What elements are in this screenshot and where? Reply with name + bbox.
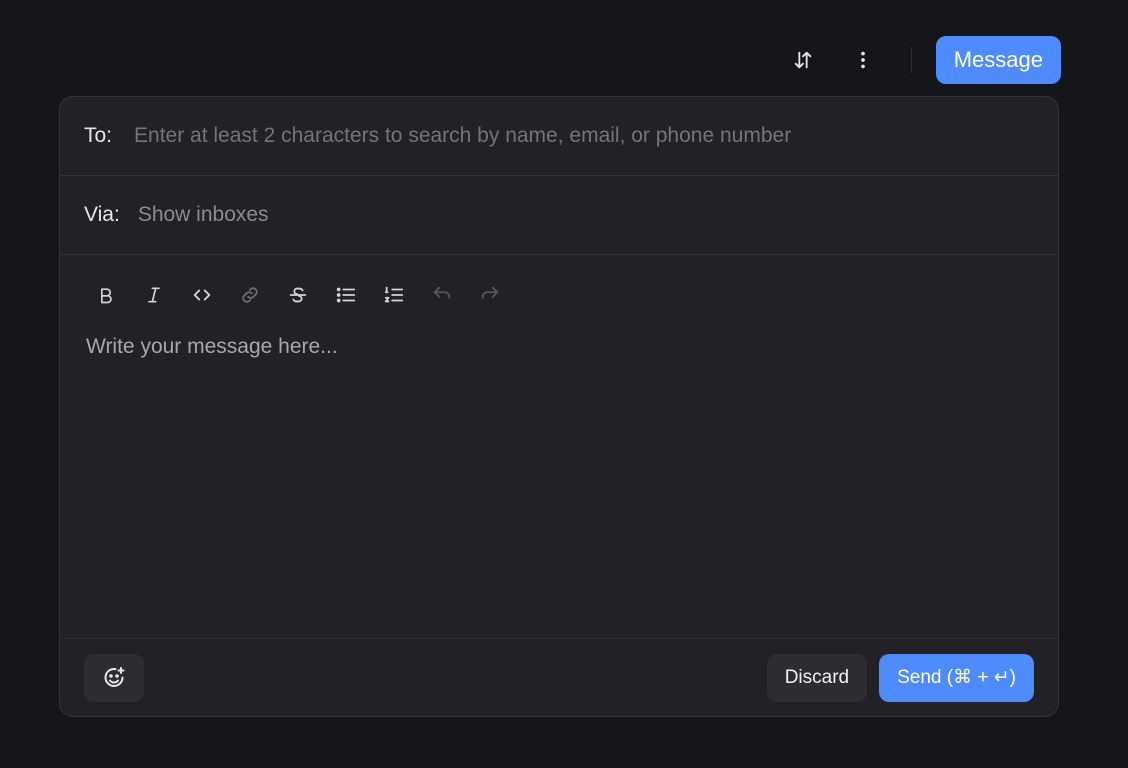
message-button[interactable]: Message xyxy=(935,36,1061,84)
bold-button[interactable] xyxy=(82,275,130,315)
bullet-list-button[interactable] xyxy=(322,275,370,315)
top-bar: Message xyxy=(783,36,1061,84)
undo-icon xyxy=(433,286,451,299)
formatting-toolbar xyxy=(60,255,1058,335)
strikethrough-button[interactable] xyxy=(274,275,322,315)
redo-button[interactable] xyxy=(466,275,514,315)
via-label: Via: xyxy=(84,203,120,226)
redo-icon xyxy=(481,286,499,299)
emoji-add-icon xyxy=(104,666,125,687)
link-button[interactable] xyxy=(226,275,274,315)
bullet-list-icon xyxy=(336,287,356,303)
numbered-list-button[interactable] xyxy=(370,275,418,315)
via-row: Via: Show inboxes xyxy=(60,176,1058,255)
italic-button[interactable] xyxy=(130,275,178,315)
more-vertical-icon xyxy=(860,51,865,69)
to-label: To: xyxy=(84,124,113,147)
sort-button[interactable] xyxy=(783,40,823,80)
code-icon xyxy=(193,289,211,301)
topbar-divider xyxy=(910,47,912,73)
more-options-button[interactable] xyxy=(843,40,883,80)
message-editor[interactable]: Write your message here... xyxy=(60,335,1058,640)
numbered-list-icon xyxy=(384,286,404,303)
send-button[interactable]: Send (⌘ + ↵) xyxy=(879,653,1034,702)
bold-icon xyxy=(101,288,112,304)
emoji-button[interactable] xyxy=(84,653,144,702)
via-selector[interactable]: Show inboxes xyxy=(138,203,1058,227)
undo-button[interactable] xyxy=(418,275,466,315)
composer-footer: Discard Send (⌘ + ↵) xyxy=(60,638,1058,716)
to-row: To: xyxy=(60,97,1058,176)
italic-icon xyxy=(148,287,160,303)
link-icon xyxy=(242,287,258,303)
message-composer: To: Via: Show inboxes xyxy=(59,96,1059,717)
message-placeholder: Write your message here... xyxy=(86,335,338,358)
discard-button[interactable]: Discard xyxy=(766,653,868,702)
sort-arrows-icon xyxy=(794,51,811,69)
code-button[interactable] xyxy=(178,275,226,315)
strikethrough-icon xyxy=(289,287,307,303)
to-input[interactable] xyxy=(132,123,1058,149)
